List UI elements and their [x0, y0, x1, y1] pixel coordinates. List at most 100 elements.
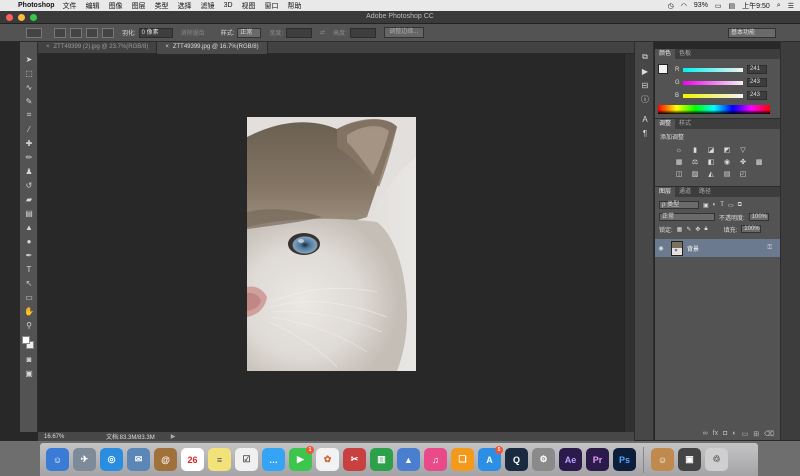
lock-paint-icon[interactable]: ✎: [686, 226, 691, 233]
itunes-icon[interactable]: ♫: [424, 448, 447, 471]
height-input[interactable]: [349, 27, 376, 38]
new-group-icon[interactable]: ▭: [742, 430, 749, 440]
menu-filter[interactable]: 滤镜: [201, 1, 215, 11]
input-r[interactable]: 241: [747, 65, 767, 74]
move-tool-icon[interactable]: ➤: [20, 52, 38, 66]
link-layers-icon[interactable]: ∞: [703, 430, 708, 440]
canvas-area[interactable]: [38, 54, 624, 432]
lock-all-icon[interactable]: 🔒︎: [704, 226, 707, 233]
style-select[interactable]: 正常: [237, 27, 262, 38]
mail-icon[interactable]: ✉: [127, 448, 150, 471]
notes-icon[interactable]: ≡: [208, 448, 231, 471]
history-panel-icon[interactable]: ⧉: [635, 50, 655, 64]
app-menu[interactable]: Photoshop: [18, 2, 55, 9]
tab-layers[interactable]: 图层: [655, 187, 676, 197]
new-layer-icon[interactable]: ⊞: [753, 430, 759, 440]
tab-color[interactable]: 颜色: [655, 49, 676, 59]
filter-adjust-icon[interactable]: ◐: [713, 202, 717, 208]
quicktime-icon[interactable]: Q: [505, 448, 528, 471]
levels-icon[interactable]: ▮: [689, 146, 701, 155]
menu-layer[interactable]: 图层: [132, 1, 146, 11]
tab-styles[interactable]: 样式: [675, 119, 695, 129]
add-mask-icon[interactable]: ◘: [723, 430, 727, 440]
lock-transparent-icon[interactable]: ▦: [677, 226, 683, 233]
close-tab-icon[interactable]: ×: [46, 44, 50, 50]
character-panel-icon[interactable]: A: [635, 112, 655, 126]
exposure-icon[interactable]: ◩: [721, 146, 733, 155]
filter-smart-icon[interactable]: ⧉: [738, 202, 742, 209]
width-input[interactable]: [286, 27, 313, 38]
gradient-map-icon[interactable]: ▤: [721, 170, 733, 179]
zoom-level-field[interactable]: 16.67%: [44, 434, 94, 440]
selective-color-icon[interactable]: ◰: [737, 170, 749, 179]
contacts-icon[interactable]: @: [154, 448, 177, 471]
new-adjustment-icon[interactable]: ◐: [732, 430, 736, 440]
calendar-icon[interactable]: 26: [181, 448, 204, 471]
slider-b[interactable]: [683, 93, 743, 98]
quick-selection-tool-icon[interactable]: ✎: [20, 94, 38, 108]
finder-icon[interactable]: ☺: [46, 448, 69, 471]
menu-3d[interactable]: 3D: [224, 2, 233, 9]
dodge-tool-icon[interactable]: ●: [20, 234, 38, 248]
tab-channels[interactable]: 通道: [675, 187, 695, 197]
color-spectrum-bar[interactable]: [658, 105, 770, 114]
color-lookup-icon[interactable]: ▩: [753, 158, 765, 167]
layer-visibility-eye-icon[interactable]: ◉: [655, 245, 667, 252]
antialias-checkbox[interactable]: 消除锯齿: [181, 28, 205, 37]
input-b[interactable]: 243: [747, 91, 767, 100]
zoom-tool-icon[interactable]: ⚲: [20, 318, 38, 332]
close-tab-icon[interactable]: ×: [165, 44, 169, 50]
input-g[interactable]: 243: [747, 78, 767, 87]
foreground-color-swatch[interactable]: [22, 336, 30, 344]
layer-style-icon[interactable]: fx: [713, 430, 718, 440]
paragraph-panel-icon[interactable]: ¶: [635, 126, 655, 140]
hue-saturation-icon[interactable]: ▦: [673, 158, 685, 167]
messages-icon[interactable]: …: [262, 448, 285, 471]
layer-kind-filter[interactable]: ρ 类型: [659, 201, 699, 209]
layer-name[interactable]: 背景: [687, 244, 699, 253]
healing-brush-tool-icon[interactable]: ✚: [20, 136, 38, 150]
hand-tool-icon[interactable]: ✋: [20, 304, 38, 318]
eraser-tool-icon[interactable]: ▰: [20, 192, 38, 206]
appstore-icon[interactable]: A5: [478, 446, 503, 471]
menu-image[interactable]: 图像: [109, 1, 123, 11]
system-preferences-icon[interactable]: ⚙: [532, 448, 555, 471]
battery-percent[interactable]: 93%: [694, 2, 708, 9]
ibooks-icon[interactable]: ❑: [451, 448, 474, 471]
battery-icon[interactable]: ▭: [715, 2, 722, 10]
color-balance-icon[interactable]: ⚖: [689, 158, 701, 167]
menu-type[interactable]: 类型: [155, 1, 169, 11]
menu-help[interactable]: 帮助: [288, 1, 302, 11]
cat-photo[interactable]: [247, 117, 416, 371]
shape-tool-icon[interactable]: ▭: [20, 290, 38, 304]
tab-swatches[interactable]: 色板: [675, 49, 695, 59]
threshold-icon[interactable]: ◭: [705, 170, 717, 179]
facetime-icon[interactable]: ▶ 1: [289, 446, 314, 471]
screen-mode-icon[interactable]: ▣: [20, 366, 38, 380]
after-effects-icon[interactable]: Ae: [559, 448, 582, 471]
lock-move-icon[interactable]: ✥: [695, 226, 700, 233]
new-selection-icon[interactable]: [54, 27, 66, 38]
wifi-icon[interactable]: ◠: [681, 2, 687, 10]
tool-preset-picker[interactable]: [26, 27, 42, 38]
channel-mixer-icon[interactable]: ✤: [737, 158, 749, 167]
lasso-tool-icon[interactable]: ∿: [20, 80, 38, 94]
vibrance-icon[interactable]: ▽: [737, 146, 749, 155]
launchpad-icon[interactable]: ✈: [73, 448, 96, 471]
layer-row-background[interactable]: ◉ 背景 ⚿: [655, 239, 780, 257]
safari-icon[interactable]: ◎: [100, 448, 123, 471]
reminders-icon[interactable]: ☑: [235, 448, 258, 471]
opacity-input[interactable]: 100%: [748, 213, 769, 221]
menu-select[interactable]: 选择: [178, 1, 192, 11]
pen-tool-icon[interactable]: ✒: [20, 248, 38, 262]
input-source-icon[interactable]: ▤: [729, 2, 736, 10]
spotlight-icon[interactable]: ⌕: [777, 2, 781, 10]
intersect-selection-icon[interactable]: [102, 27, 114, 38]
add-selection-icon[interactable]: [70, 27, 82, 38]
delete-layer-icon[interactable]: ⌫: [764, 430, 774, 440]
refine-edge-button[interactable]: 调整边缘...: [383, 27, 424, 38]
feather-input[interactable]: 0 像素: [138, 27, 173, 38]
history-brush-tool-icon[interactable]: ↺: [20, 178, 38, 192]
eyedropper-tool-icon[interactable]: ⁄: [20, 122, 38, 136]
photos-icon[interactable]: ✿: [316, 448, 339, 471]
